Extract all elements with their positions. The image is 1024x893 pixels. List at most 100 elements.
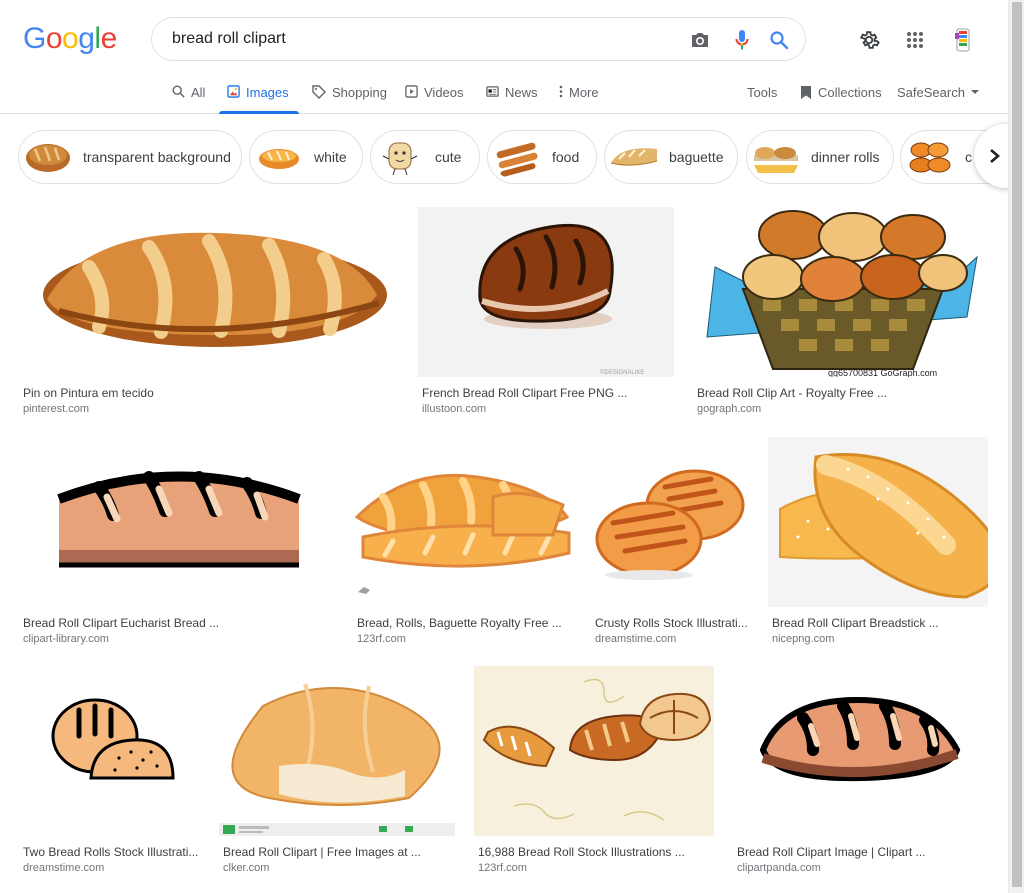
page-scrollbar[interactable] xyxy=(1008,0,1024,893)
tools-button[interactable]: Tools xyxy=(747,80,777,114)
result-source: clker.com xyxy=(223,862,270,874)
image-result[interactable]: Bread Roll Clipart Breadstick ... nicepn… xyxy=(768,437,988,647)
image-result[interactable]: 16,988 Bread Roll Stock Illustrations ..… xyxy=(474,666,714,876)
image-result[interactable]: Bread Roll Clipart Eucharist Bread ... c… xyxy=(19,437,334,647)
chip-transparent-background[interactable]: transparent background xyxy=(18,130,242,184)
chip-food[interactable]: food xyxy=(487,130,597,184)
chip-label: white xyxy=(314,149,347,165)
result-caption[interactable]: Crusty Rolls Stock Illustrati... xyxy=(595,616,749,630)
tab-news[interactable]: News xyxy=(486,80,538,114)
account-avatar-icon[interactable] xyxy=(950,26,976,54)
camera-icon[interactable] xyxy=(688,28,712,52)
chip-thumbnail xyxy=(751,135,801,179)
result-source: pinterest.com xyxy=(23,403,90,415)
result-source: nicepng.com xyxy=(772,633,835,645)
chip-thumbnail xyxy=(375,135,425,179)
tools-label: Tools xyxy=(747,85,778,100)
chip-label: baguette xyxy=(669,149,724,165)
chip-dinner-rolls[interactable]: dinner rolls xyxy=(746,130,894,184)
result-caption[interactable]: French Bread Roll Clipart Free PNG ... xyxy=(422,386,672,400)
image-result[interactable]: gg65700831 GoGraph.com Bread Roll Clip A… xyxy=(693,207,988,417)
apps-grid-icon[interactable] xyxy=(903,28,927,52)
result-caption[interactable]: Bread Roll Clipart Eucharist Bread ... xyxy=(23,616,333,630)
newspaper-icon xyxy=(486,86,499,97)
tab-label: Images xyxy=(246,85,289,100)
chip-label: transparent background xyxy=(83,149,231,165)
chip-label: dinner rolls xyxy=(811,149,880,165)
image-result[interactable]: Two Bread Rolls Stock Illustrati... drea… xyxy=(19,666,200,876)
tab-label: More xyxy=(569,85,599,100)
result-caption[interactable]: Bread Roll Clipart Image | Clipart ... xyxy=(737,845,987,859)
search-icon xyxy=(172,85,185,98)
search-input[interactable] xyxy=(172,28,672,50)
tab-label: All xyxy=(191,85,206,100)
chip-white[interactable]: white xyxy=(249,130,363,184)
result-caption[interactable]: Two Bread Rolls Stock Illustrati... xyxy=(23,845,199,859)
bookmark-icon xyxy=(801,86,811,99)
tab-label: Videos xyxy=(424,85,464,100)
tab-all[interactable]: All xyxy=(172,80,205,114)
chip-label: cute xyxy=(435,149,462,165)
logo-letter: g xyxy=(78,22,95,55)
chip-thumbnail xyxy=(609,135,659,179)
chip-thumbnail xyxy=(492,135,542,179)
result-thumbnail xyxy=(733,666,988,836)
result-thumbnail: ©DESIGNALIKE xyxy=(418,207,674,377)
logo-letter: G xyxy=(23,22,46,55)
image-result[interactable]: Crusty Rolls Stock Illustrati... dreamst… xyxy=(591,437,749,647)
result-caption[interactable]: 16,988 Bread Roll Stock Illustrations ..… xyxy=(478,845,712,859)
search-box xyxy=(151,17,806,61)
microphone-icon[interactable] xyxy=(730,28,754,52)
result-caption[interactable]: Pin on Pintura em tecido xyxy=(23,386,393,400)
image-result[interactable]: ©DESIGNALIKE French Bread Roll Clipart F… xyxy=(418,207,674,417)
google-logo[interactable]: Google xyxy=(23,22,117,56)
result-source: 123rf.com xyxy=(478,862,527,874)
more-vert-icon xyxy=(559,85,563,98)
tab-label: News xyxy=(505,85,538,100)
chip-baguette[interactable]: baguette xyxy=(604,130,738,184)
result-thumbnail: gg65700831 GoGraph.com xyxy=(693,207,988,377)
result-thumbnail xyxy=(353,437,572,607)
chip-thumbnail xyxy=(905,135,955,179)
image-watermark: gg65700831 GoGraph.com xyxy=(828,368,937,377)
tab-images[interactable]: Images xyxy=(219,80,299,114)
result-thumbnail xyxy=(768,437,988,607)
image-result[interactable]: Bread, Rolls, Baguette Royalty Free ... … xyxy=(353,437,572,647)
collections-label: Collections xyxy=(818,85,882,100)
tab-videos[interactable]: Videos xyxy=(405,80,464,114)
result-caption[interactable]: Bread Roll Clipart | Free Images at ... xyxy=(223,845,453,859)
result-caption[interactable]: Bread Roll Clip Art - Royalty Free ... xyxy=(697,386,987,400)
chevron-right-icon xyxy=(990,149,1000,163)
result-source: dreamstime.com xyxy=(23,862,105,874)
collections-button[interactable]: Collections xyxy=(800,80,882,114)
result-thumbnail xyxy=(19,666,200,836)
result-source: clipartpanda.com xyxy=(737,862,821,874)
tab-more[interactable]: More xyxy=(559,80,599,114)
logo-letter: o xyxy=(45,22,63,55)
image-result[interactable]: Bread Roll Clipart | Free Images at ... … xyxy=(219,666,455,876)
image-result[interactable]: Bread Roll Clipart Image | Clipart ... c… xyxy=(733,666,988,876)
result-caption[interactable]: Bread, Rolls, Baguette Royalty Free ... xyxy=(357,616,571,630)
search-tabs: All Images Shopping Videos News More Too… xyxy=(0,80,1008,114)
play-icon xyxy=(405,85,418,98)
chip-thumbnail xyxy=(254,135,304,179)
result-caption[interactable]: Bread Roll Clipart Breadstick ... xyxy=(772,616,987,630)
image-result[interactable]: Pin on Pintura em tecido pinterest.com xyxy=(19,207,399,417)
search-icon[interactable] xyxy=(767,28,791,52)
tab-shopping[interactable]: Shopping xyxy=(312,80,387,114)
dropdown-arrow-icon xyxy=(970,90,979,94)
image-icon xyxy=(227,85,240,98)
chip-cute[interactable]: cute xyxy=(370,130,480,184)
logo-letter: o xyxy=(62,22,79,55)
logo-letter: e xyxy=(100,22,118,55)
scrollbar-thumb[interactable] xyxy=(1012,2,1022,887)
result-source: dreamstime.com xyxy=(595,633,677,645)
chip-label: food xyxy=(552,149,580,165)
result-thumbnail xyxy=(19,207,399,377)
result-source: 123rf.com xyxy=(357,633,406,645)
safesearch-dropdown[interactable]: SafeSearch xyxy=(897,80,979,114)
result-thumbnail xyxy=(591,437,749,607)
settings-gear-icon[interactable] xyxy=(857,28,881,52)
tag-icon xyxy=(312,85,326,99)
result-thumbnail xyxy=(219,666,455,836)
